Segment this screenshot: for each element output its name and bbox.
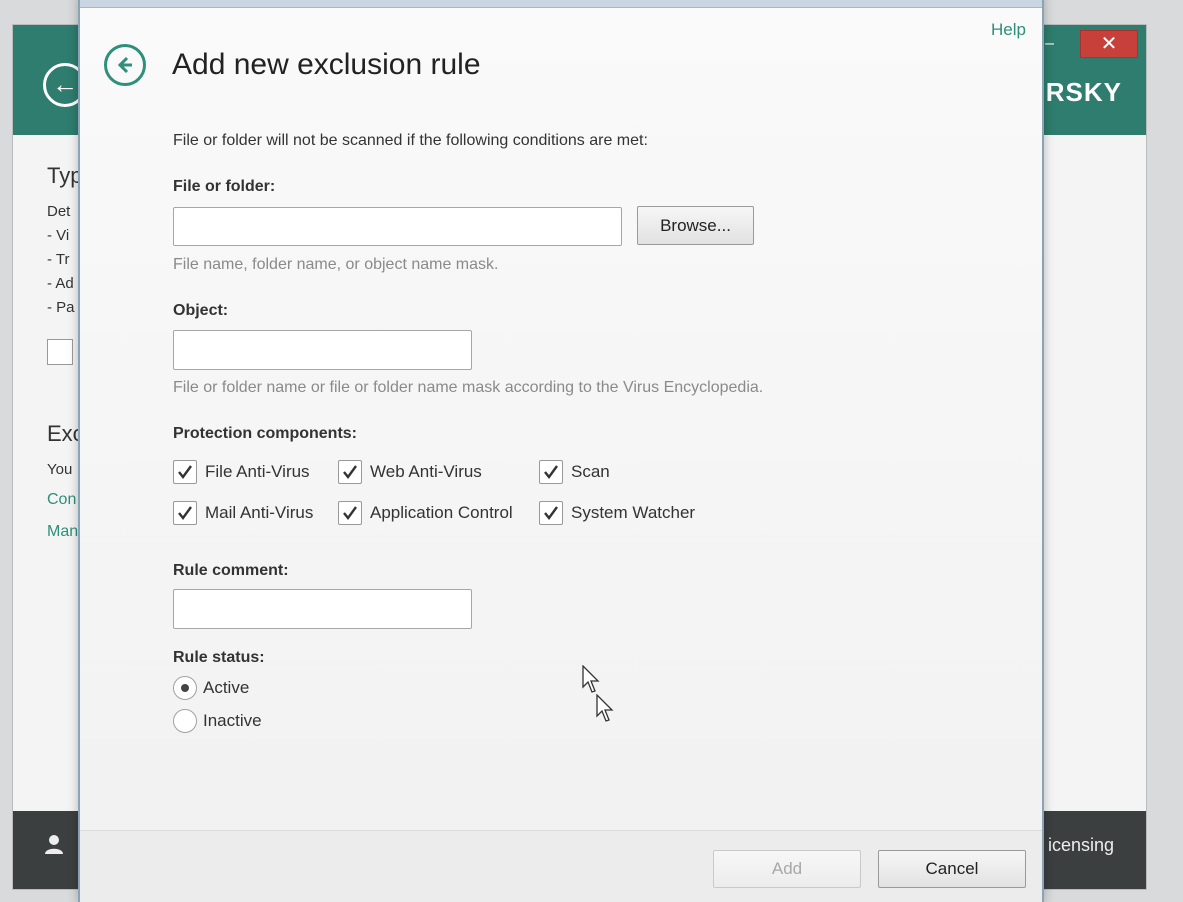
checkbox-system-watcher[interactable]: System Watcher: [539, 501, 695, 525]
checkbox-label: Mail Anti-Virus: [205, 503, 314, 522]
dialog-title-bar: [80, 0, 1042, 8]
radio-label: Inactive: [203, 711, 262, 730]
exclusion-rule-dialog: Help Add new exclusion rule File or fold…: [78, 0, 1044, 902]
checkbox-label: Application Control: [370, 503, 513, 522]
checkmark-icon: [178, 506, 192, 520]
checkbox-mail-anti-virus[interactable]: Mail Anti-Virus: [173, 501, 313, 525]
checkbox-web-anti-virus[interactable]: Web Anti-Virus: [338, 460, 482, 484]
checkmark-icon: [343, 506, 357, 520]
browse-button[interactable]: Browse...: [637, 206, 754, 245]
background-text-line: - Ad: [47, 275, 74, 292]
file-folder-input[interactable]: [173, 207, 622, 246]
checkbox-label: Web Anti-Virus: [370, 462, 482, 481]
minimize-icon[interactable]: –: [1045, 35, 1054, 53]
checkmark-icon: [544, 465, 558, 479]
object-label: Object:: [173, 302, 229, 319]
background-text-line: Det: [47, 203, 71, 220]
checkbox-label: Scan: [571, 462, 610, 481]
protection-components-label: Protection components:: [173, 425, 358, 442]
background-text-line: - Pa: [47, 299, 75, 316]
radio-button[interactable]: [173, 676, 197, 700]
background-link[interactable]: Man: [47, 523, 78, 541]
brand-logo: RSKY: [1045, 77, 1122, 107]
object-hint: File or folder name or file or folder na…: [173, 379, 764, 396]
checkmark-icon: [544, 506, 558, 520]
radio-button[interactable]: [173, 709, 197, 733]
intro-text: File or folder will not be scanned if th…: [173, 132, 648, 149]
licensing-link[interactable]: icensing: [1048, 835, 1114, 856]
checkbox-box[interactable]: [173, 460, 197, 484]
add-button[interactable]: Add: [713, 850, 861, 888]
checkbox-box[interactable]: [539, 460, 563, 484]
dialog-title: Add new exclusion rule: [172, 48, 481, 81]
checkbox-file-anti-virus[interactable]: File Anti-Virus: [173, 460, 310, 484]
checkbox-box[interactable]: [338, 460, 362, 484]
background-text-line: - Tr: [47, 251, 70, 268]
checkmark-icon: [343, 465, 357, 479]
rule-comment-input[interactable]: [173, 589, 472, 629]
cancel-button[interactable]: Cancel: [878, 850, 1026, 888]
checkbox-scan[interactable]: Scan: [539, 460, 610, 484]
checkbox-box[interactable]: [338, 501, 362, 525]
radio-selected-dot: [181, 684, 189, 692]
help-link[interactable]: Help: [991, 20, 1026, 40]
rule-status-label: Rule status:: [173, 649, 265, 666]
rule-comment-label: Rule comment:: [173, 562, 289, 579]
close-icon[interactable]: ✕: [1080, 30, 1138, 58]
radio-inactive[interactable]: Inactive: [173, 709, 262, 733]
background-checkbox[interactable]: [47, 339, 73, 365]
checkbox-label: File Anti-Virus: [205, 462, 310, 481]
background-text-line: You: [47, 461, 73, 478]
radio-label: Active: [203, 678, 250, 697]
back-button[interactable]: [104, 44, 146, 86]
checkbox-box[interactable]: [173, 501, 197, 525]
background-link[interactable]: Con: [47, 491, 76, 509]
checkmark-icon: [178, 465, 192, 479]
dialog-footer: Add Cancel: [80, 830, 1042, 902]
checkbox-box[interactable]: [539, 501, 563, 525]
checkbox-label: System Watcher: [571, 503, 696, 522]
file-folder-hint: File name, folder name, or object name m…: [173, 256, 499, 273]
back-arrow-icon: [117, 56, 132, 74]
file-folder-label: File or folder:: [173, 178, 276, 195]
object-input[interactable]: [173, 330, 472, 370]
user-icon[interactable]: [43, 833, 65, 861]
radio-active[interactable]: Active: [173, 676, 249, 700]
checkbox-application-control[interactable]: Application Control: [338, 501, 513, 525]
mouse-cursor-icon: [582, 665, 600, 693]
mouse-cursor-icon: [596, 694, 614, 722]
background-text-line: - Vi: [47, 227, 70, 244]
